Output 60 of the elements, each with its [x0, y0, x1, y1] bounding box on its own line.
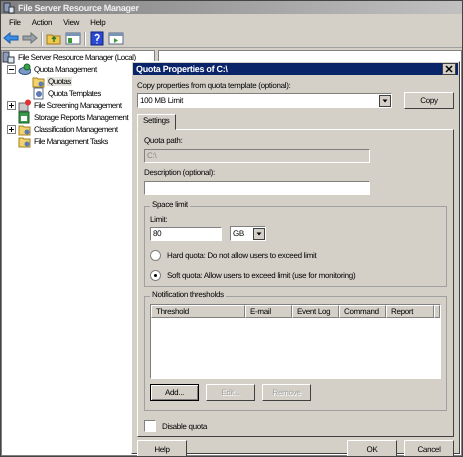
expand-icon[interactable]	[7, 100, 16, 110]
tree-item[interactable]: Storage Reports Management	[33, 112, 130, 122]
unit-dropdown[interactable]: GB	[230, 226, 266, 241]
help-icon[interactable]	[89, 31, 105, 46]
dropdown-button[interactable]	[379, 94, 391, 106]
field-label: Quota path:	[144, 135, 184, 147]
field-label: Description (optional):	[144, 167, 216, 179]
field-label: Limit:	[150, 214, 168, 226]
action-button[interactable]: Add...	[150, 384, 199, 401]
radio-button[interactable]	[150, 250, 161, 261]
expand-icon[interactable]	[7, 124, 16, 134]
document-icon	[32, 86, 45, 100]
collapse-icon[interactable]	[7, 64, 16, 74]
radio-button[interactable]	[150, 270, 161, 281]
column-header[interactable]: E-mail	[245, 305, 292, 318]
dialog-button[interactable]: OK	[347, 440, 397, 456]
forward-arrow-icon[interactable]	[22, 31, 38, 46]
tree-item[interactable]: Quota Templates	[47, 88, 102, 98]
column-header[interactable]: Event Log	[292, 305, 339, 318]
pane-icon[interactable]	[65, 31, 81, 46]
dialog-button[interactable]: Cancel	[404, 440, 454, 456]
tree-item[interactable]: File Management Tasks	[33, 136, 109, 146]
menu-item[interactable]: Action	[28, 18, 56, 26]
radio-label[interactable]: Soft quota: Allow users to exceed limit (use for monitoring)	[167, 271, 356, 280]
folder-icon	[32, 74, 45, 88]
disk-icon	[18, 62, 31, 76]
group-title: Space limit	[150, 200, 190, 209]
back-arrow-icon[interactable]	[3, 31, 19, 46]
close-button[interactable]	[442, 63, 456, 75]
column-header[interactable]: Report	[386, 305, 434, 318]
report-icon	[18, 110, 31, 124]
group-title: Notification thresholds	[150, 290, 226, 299]
window-title: File Server Resource Manager	[18, 2, 139, 12]
tree-item[interactable]: Quota Management	[33, 64, 98, 74]
tree-item[interactable]: File Screening Management	[33, 100, 123, 110]
server-icon	[2, 50, 15, 64]
menu-item[interactable]: Help	[86, 18, 110, 26]
limit-field[interactable]: 80	[150, 226, 222, 240]
column-header[interactable]: Command	[339, 305, 386, 318]
folder-icon	[18, 134, 31, 148]
folder-icon	[18, 122, 31, 136]
dialog-button[interactable]: Help	[137, 440, 187, 456]
tree-item[interactable]: Quotas	[47, 76, 72, 86]
copy-button[interactable]: Copy	[404, 92, 454, 109]
description-field[interactable]	[144, 181, 370, 195]
server-icon	[3, 2, 15, 14]
checkbox-label[interactable]: Disable quota	[162, 422, 208, 430]
column-header[interactable]: Threshold	[151, 305, 245, 318]
pane-icon[interactable]	[108, 31, 124, 46]
menu-item[interactable]: File	[5, 18, 25, 26]
field-label: Copy properties from quota template (optional):	[137, 80, 292, 92]
tree-item[interactable]: File Server Resource Manager (Local)	[17, 52, 137, 62]
tree-item[interactable]: Classification Management	[33, 124, 119, 134]
radio-label[interactable]: Hard quota: Do not allow users to exceed limit	[167, 251, 316, 260]
tab[interactable]: Settings	[137, 114, 176, 130]
dropdown-button[interactable]	[253, 228, 265, 240]
checkbox[interactable]	[144, 420, 156, 432]
dialog-title: Quota Properties of C:\	[136, 64, 228, 74]
template-dropdown[interactable]: 100 MB Limit	[137, 93, 392, 108]
menu-item[interactable]: View	[59, 18, 84, 26]
